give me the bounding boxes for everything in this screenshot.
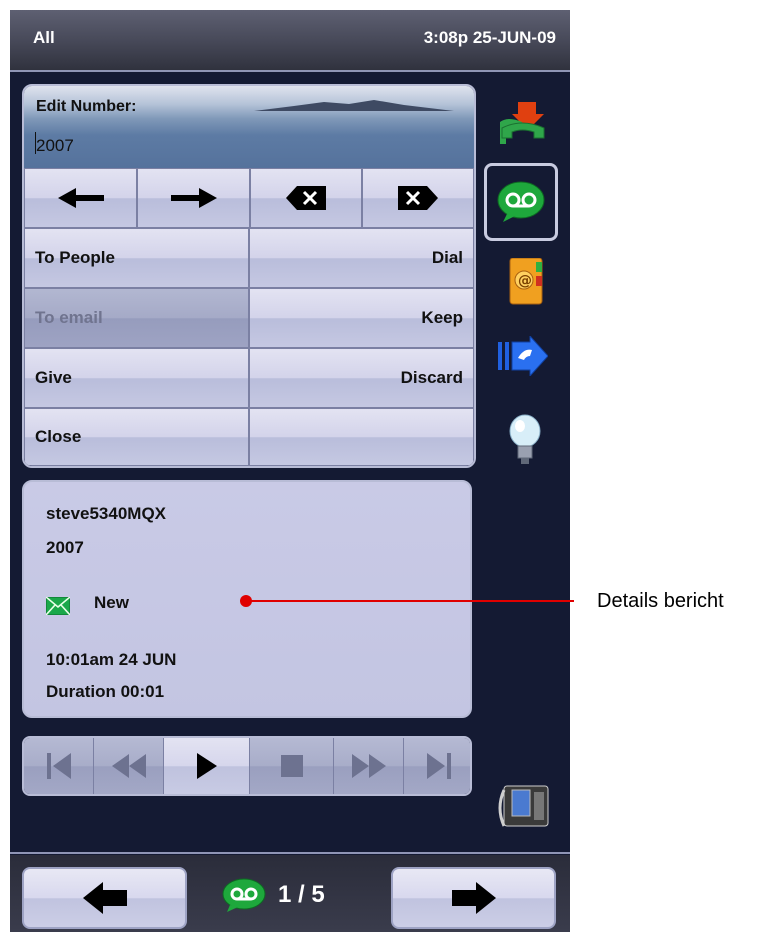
sender-number: 2007 — [46, 538, 84, 557]
to-email-button[interactable]: To email — [24, 288, 249, 348]
lightbulb-icon[interactable] — [508, 414, 542, 466]
playback-controls — [22, 736, 472, 796]
filter-label[interactable]: All — [33, 28, 55, 48]
arrow-right-icon — [451, 882, 496, 914]
voicemail-tab[interactable] — [484, 163, 558, 241]
message-time: 10:01am 24 JUN — [46, 650, 177, 669]
edit-panel: Edit Number: 2007 To People Dial To emai — [22, 84, 476, 468]
message-status: New — [94, 593, 129, 612]
sender-name: steve5340MQX — [46, 504, 167, 523]
phone-screen: All 3:08p 25-JUN-09 Edit Number: 2007 To… — [10, 10, 570, 932]
previous-message-button[interactable] — [22, 867, 187, 929]
fast-forward-button[interactable] — [334, 738, 404, 794]
callout-line — [246, 600, 574, 602]
cursor-right-button[interactable] — [137, 168, 250, 228]
desk-phone-icon — [498, 785, 549, 827]
backspace-icon — [286, 186, 326, 210]
callout-dot — [240, 595, 252, 607]
page-indicator: 1 / 5 — [278, 881, 325, 908]
backspace-button[interactable] — [250, 168, 362, 228]
bottom-bar: 1 / 5 — [10, 855, 570, 932]
bottom-divider — [10, 852, 570, 854]
call-forward-icon[interactable] — [498, 336, 548, 376]
arrow-right-icon — [170, 188, 217, 208]
svg-text:@: @ — [518, 273, 532, 289]
close-button[interactable]: Close — [24, 408, 249, 466]
stop-button[interactable] — [250, 738, 334, 794]
date-time: 3:08p 25-JUN-09 — [423, 28, 556, 47]
stop-icon — [280, 755, 303, 777]
cursor-left-button[interactable] — [24, 168, 137, 228]
delete-forward-icon — [398, 186, 438, 210]
voicemail-icon — [497, 181, 545, 222]
address-book-icon[interactable]: @ — [504, 258, 544, 306]
skip-start-icon — [46, 753, 71, 779]
voicemail-icon — [222, 878, 266, 912]
callout-label: Details bericht — [597, 590, 724, 612]
edit-number-field[interactable]: Edit Number: 2007 — [24, 86, 474, 168]
edit-number-value: 2007 — [36, 136, 74, 155]
empty-key — [249, 408, 474, 466]
give-button[interactable]: Give — [24, 348, 249, 408]
skip-start-button[interactable] — [24, 738, 94, 794]
skip-end-button[interactable] — [404, 738, 470, 794]
dial-button[interactable]: Dial — [249, 228, 474, 288]
rewind-icon — [111, 754, 146, 778]
landscape-graphic — [254, 100, 454, 111]
delete-forward-button[interactable] — [362, 168, 474, 228]
next-message-button[interactable] — [391, 867, 556, 929]
keep-button[interactable]: Keep — [249, 288, 474, 348]
message-duration: Duration 00:01 — [46, 682, 165, 701]
fast-forward-icon — [351, 754, 386, 778]
skip-end-icon — [427, 753, 451, 779]
arrow-left-icon — [57, 188, 104, 208]
envelope-icon — [46, 597, 70, 615]
discard-button[interactable]: Discard — [249, 348, 474, 408]
to-people-button[interactable]: To People — [24, 228, 249, 288]
call-transfer-icon[interactable] — [498, 100, 548, 146]
message-pager: 1 / 5 — [222, 877, 325, 913]
arrow-left-icon — [82, 882, 127, 914]
status-divider — [10, 70, 570, 72]
play-icon — [196, 753, 217, 779]
rewind-button[interactable] — [94, 738, 164, 794]
play-button[interactable] — [164, 738, 250, 794]
status-bar: All 3:08p 25-JUN-09 — [10, 10, 570, 70]
edit-number-label: Edit Number: — [36, 98, 137, 115]
